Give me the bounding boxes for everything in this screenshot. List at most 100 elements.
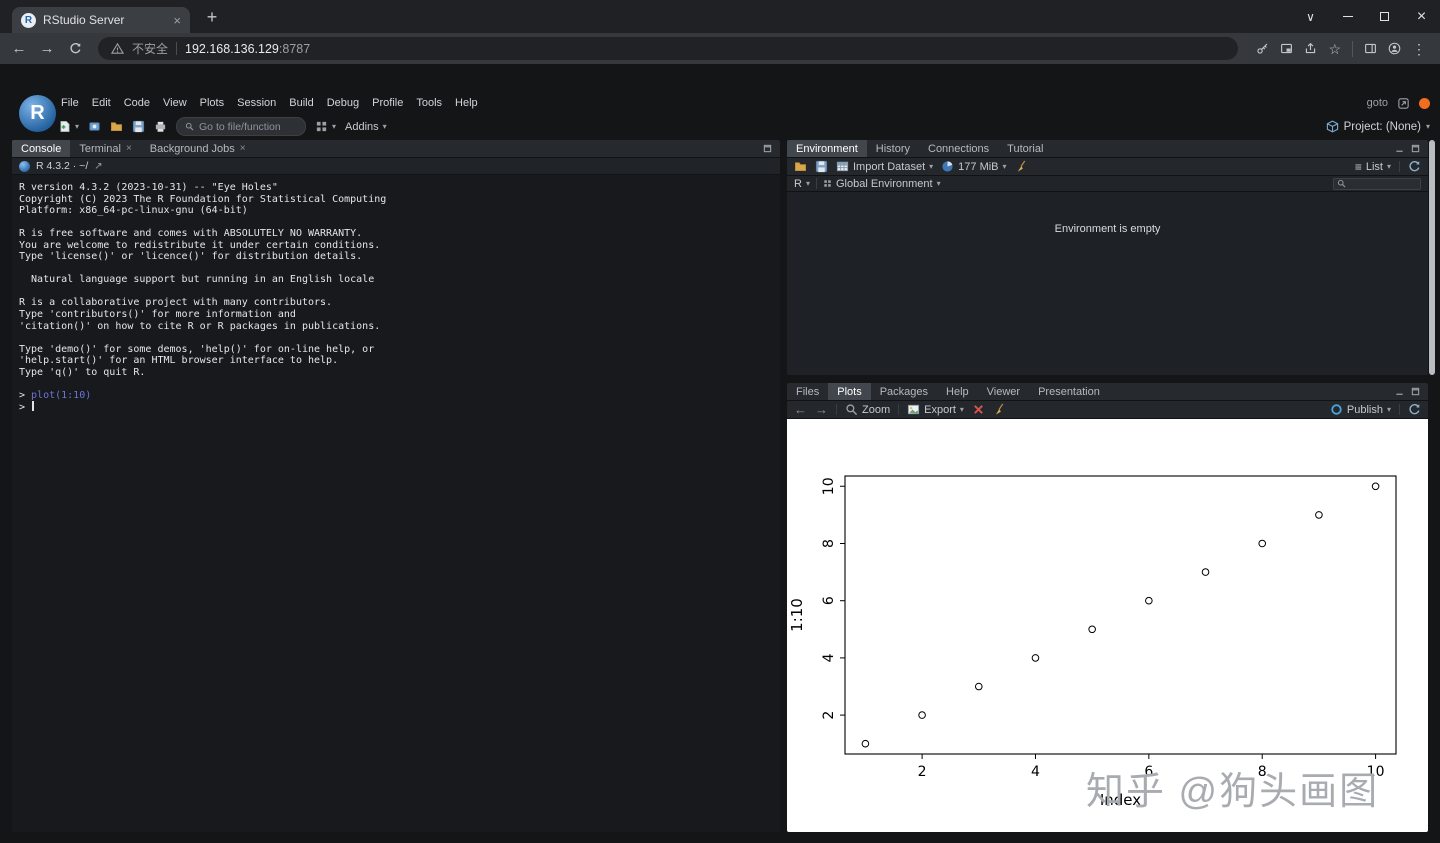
- plots-tab-strip: FilesPlotsPackagesHelpViewerPresentation: [787, 383, 1428, 401]
- environment-scope-selector[interactable]: Global Environment ▾: [823, 178, 941, 190]
- import-dataset-button[interactable]: Import Dataset ▾: [836, 160, 933, 173]
- save-workspace-icon[interactable]: [815, 160, 828, 173]
- menubar-right: goto: [1367, 97, 1430, 110]
- menu-build[interactable]: Build: [284, 97, 318, 109]
- browser-tab[interactable]: R RStudio Server ×: [12, 7, 190, 33]
- menu-file[interactable]: File: [56, 97, 84, 109]
- clear-environment-broom-icon[interactable]: [1015, 160, 1028, 173]
- caret-down-icon: ▾: [929, 163, 933, 171]
- menu-debug[interactable]: Debug: [322, 97, 364, 109]
- addins-button[interactable]: Addins ▾: [345, 121, 387, 133]
- reload-button[interactable]: [62, 36, 88, 62]
- menu-tools[interactable]: Tools: [411, 97, 447, 109]
- menu-edit[interactable]: Edit: [87, 97, 116, 109]
- window-minimize-button[interactable]: [1329, 0, 1366, 33]
- minimize-pane-icon[interactable]: [1395, 144, 1404, 153]
- load-workspace-icon[interactable]: [794, 160, 807, 173]
- back-button[interactable]: ←: [6, 36, 32, 62]
- tab-close-icon[interactable]: ×: [173, 14, 181, 27]
- share-icon[interactable]: [1304, 42, 1317, 55]
- tab-presentation[interactable]: Presentation: [1029, 383, 1109, 400]
- side-panel-icon[interactable]: [1364, 42, 1377, 55]
- new-tab-button[interactable]: +: [201, 6, 223, 28]
- password-key-icon[interactable]: [1256, 42, 1269, 55]
- window-maximize-button[interactable]: [1366, 0, 1403, 33]
- extension-box-icon[interactable]: [1280, 42, 1293, 55]
- tab-background-jobs[interactable]: Background Jobs×: [141, 140, 255, 157]
- goto-label[interactable]: goto: [1367, 97, 1388, 109]
- refresh-environment-icon[interactable]: [1408, 160, 1421, 173]
- menu-plots[interactable]: Plots: [195, 97, 229, 109]
- security-label[interactable]: 不安全: [132, 40, 168, 57]
- tab-label: Console: [21, 143, 61, 155]
- minimize-pane-icon[interactable]: [1395, 387, 1404, 396]
- tab-label: Tutorial: [1007, 143, 1043, 155]
- console-line: R is a collaborative project with many c…: [19, 297, 772, 309]
- clear-all-plots-broom-icon[interactable]: [993, 403, 1006, 416]
- environment-search-input[interactable]: [1333, 178, 1421, 190]
- remove-plot-icon[interactable]: [972, 403, 985, 416]
- save-icon[interactable]: [132, 120, 145, 133]
- tab-plots[interactable]: Plots: [828, 383, 870, 400]
- close-tab-icon[interactable]: ×: [240, 143, 246, 154]
- maximize-pane-icon[interactable]: [763, 144, 772, 153]
- window-close-button[interactable]: ×: [1403, 0, 1440, 33]
- tab-viewer[interactable]: Viewer: [978, 383, 1029, 400]
- tab-tutorial[interactable]: Tutorial: [998, 140, 1052, 157]
- maximize-pane-icon[interactable]: [1411, 144, 1420, 153]
- caret-down-icon: ▾: [937, 180, 941, 188]
- next-plot-button[interactable]: →: [815, 403, 828, 416]
- publish-button[interactable]: Publish ▾: [1330, 403, 1391, 416]
- console-line: [19, 286, 772, 298]
- goto-icon[interactable]: [1397, 97, 1410, 110]
- pane-layout-button[interactable]: ▾: [315, 120, 336, 133]
- memory-usage-button[interactable]: 177 MiB ▾: [941, 160, 1006, 173]
- tab-console[interactable]: Console: [12, 140, 70, 157]
- environment-scope-bar: R ▾ Global Environment ▾: [787, 176, 1428, 192]
- kebab-menu-icon[interactable]: ⋮: [1412, 42, 1426, 56]
- menu-help[interactable]: Help: [450, 97, 483, 109]
- forward-button[interactable]: →: [34, 36, 60, 62]
- menu-session[interactable]: Session: [232, 97, 281, 109]
- export-button[interactable]: Export ▾: [907, 403, 964, 416]
- console-command: plot(1:10): [31, 390, 91, 401]
- list-view-button[interactable]: ≡ List ▾: [1355, 161, 1391, 173]
- caret-down-icon: ▾: [383, 123, 387, 131]
- address-bar[interactable]: 不安全 192.168.136.129:8787: [98, 37, 1238, 60]
- caret-down-icon: ▾: [806, 180, 810, 188]
- tab-terminal[interactable]: Terminal×: [70, 140, 140, 157]
- menu-code[interactable]: Code: [119, 97, 155, 109]
- toolbar-divider: [1399, 404, 1400, 415]
- goto-file-input[interactable]: Go to file/function: [176, 117, 306, 136]
- print-icon[interactable]: [154, 120, 167, 133]
- tab-help[interactable]: Help: [937, 383, 978, 400]
- popout-icon[interactable]: ↗: [94, 161, 102, 172]
- previous-plot-button[interactable]: ←: [794, 403, 807, 416]
- maximize-pane-icon[interactable]: [1411, 387, 1420, 396]
- tab-files[interactable]: Files: [787, 383, 828, 400]
- open-file-icon[interactable]: [110, 120, 123, 133]
- tab-search-chevron-icon[interactable]: ∨: [1292, 0, 1329, 33]
- console-input-line[interactable]: >: [19, 401, 772, 413]
- refresh-plot-icon[interactable]: [1408, 403, 1421, 416]
- console-output[interactable]: R version 4.3.2 (2023-10-31) -- "Eye Hol…: [12, 176, 780, 832]
- close-tab-icon[interactable]: ×: [126, 143, 132, 154]
- new-file-button[interactable]: ▾: [58, 120, 79, 133]
- tab-environment[interactable]: Environment: [787, 140, 867, 157]
- bookmark-star-icon[interactable]: ☆: [1328, 42, 1341, 56]
- zoom-button[interactable]: Zoom: [845, 403, 890, 416]
- tab-packages[interactable]: Packages: [871, 383, 937, 400]
- browser-action-icons: ☆ ⋮: [1248, 41, 1434, 57]
- update-notification-icon[interactable]: [1419, 98, 1430, 109]
- r-language-selector[interactable]: R ▾: [794, 178, 810, 190]
- profile-avatar-icon[interactable]: [1388, 42, 1401, 55]
- new-project-icon[interactable]: [88, 120, 101, 133]
- tab-connections[interactable]: Connections: [919, 140, 998, 157]
- project-selector[interactable]: Project: (None) ▾: [1326, 114, 1430, 139]
- environment-scrollbar[interactable]: [1429, 140, 1435, 375]
- svg-text:6: 6: [821, 596, 837, 605]
- menu-view[interactable]: View: [158, 97, 192, 109]
- menu-profile[interactable]: Profile: [367, 97, 408, 109]
- tab-history[interactable]: History: [867, 140, 919, 157]
- global-env-grid-icon: [823, 179, 832, 188]
